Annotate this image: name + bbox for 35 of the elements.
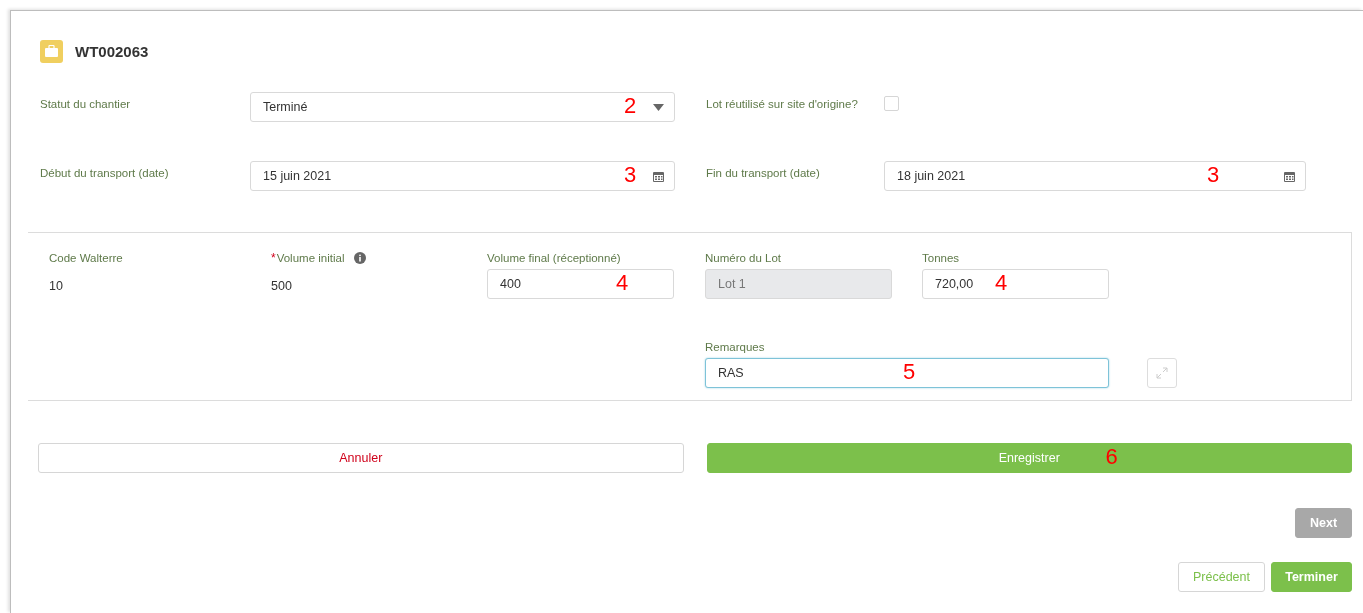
annotation-number: 2: [624, 92, 637, 120]
calendar-icon[interactable]: [653, 170, 664, 182]
annotation-number: 6: [1105, 443, 1118, 471]
field-label: Statut du chantier: [40, 97, 132, 112]
date-field[interactable]: 15 juin 2021 3: [250, 161, 675, 191]
input-field[interactable]: 720,00 4: [922, 269, 1109, 299]
input-field[interactable]: 400 4: [487, 269, 674, 299]
required-asterisk: *: [271, 251, 276, 265]
briefcase-icon: [40, 39, 63, 63]
field-label: Remarques: [705, 341, 765, 353]
field-label: Volume final (réceptionné): [487, 252, 621, 264]
dropdown-caret-icon[interactable]: [653, 103, 664, 111]
field-label: Début du transport (date): [40, 166, 170, 181]
checkbox[interactable]: [884, 96, 899, 111]
annotation-number: 4: [995, 269, 1008, 297]
annotation-number: 3: [1207, 161, 1220, 189]
field-label: Tonnes: [922, 252, 960, 264]
field-label: Numéro du Lot: [705, 252, 782, 264]
field-label: Lot réutilisé sur site d'origine?: [706, 97, 859, 112]
record-title: WT002063: [75, 42, 149, 60]
field-label: Volume initial: [276, 252, 345, 264]
status-dropdown[interactable]: Terminé 2: [250, 92, 675, 122]
remarks-field[interactable]: RAS 5: [705, 358, 1109, 388]
annotation-number: 4: [616, 269, 629, 297]
calendar-icon[interactable]: [1284, 170, 1295, 182]
info-icon[interactable]: [354, 252, 367, 264]
field-label: Code Walterre: [49, 252, 123, 264]
annotation-number: 3: [624, 161, 637, 189]
field-label: Fin du transport (date): [706, 166, 821, 181]
expand-arrows-icon: [1156, 367, 1168, 379]
field-value: 10: [49, 279, 64, 293]
date-field[interactable]: 18 juin 2021 3: [884, 161, 1306, 191]
annotation-number: 5: [903, 358, 916, 386]
field-value: 500: [271, 279, 293, 293]
cancel-button[interactable]: Annuler: [38, 443, 684, 473]
